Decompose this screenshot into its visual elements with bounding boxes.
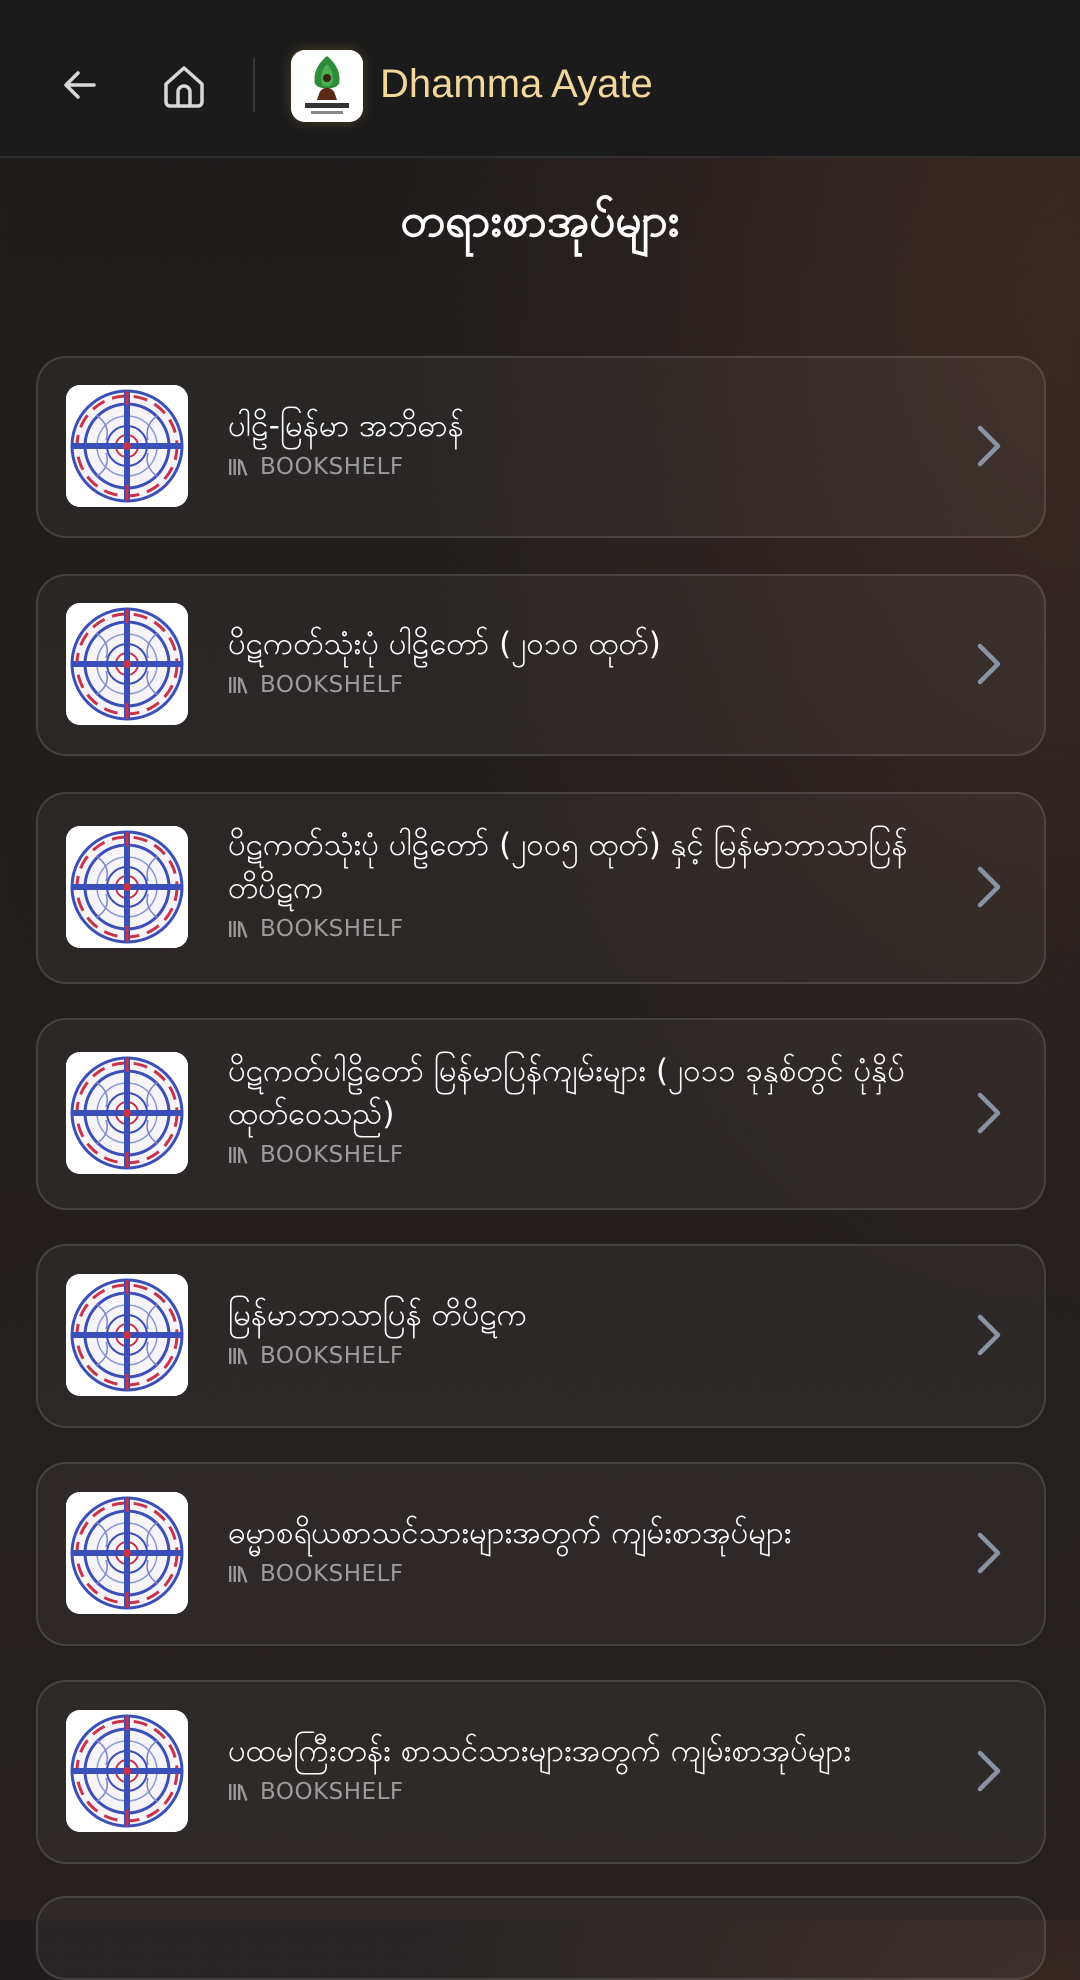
bookshelf-icon: [229, 1147, 248, 1164]
book-list-item[interactable]: ပိဋကတ်သုံးပုံ ပါဠိတော် (၂၀၁၀ ထုတ်) BOOKS…: [36, 574, 1046, 756]
book-item-category: BOOKSHELF: [228, 1561, 924, 1587]
book-item-title: ဓမ္မာစရိယစာသင်သားများအတွက် ကျမ်းစာအုပ်မျ…: [228, 1514, 792, 1551]
book-item-category: BOOKSHELF: [228, 1779, 924, 1805]
chevron-right-icon: [974, 1091, 1004, 1135]
page-title: တရားစာအုပ်များ: [400, 193, 680, 247]
book-cover-wheel-icon: [66, 1710, 188, 1832]
book-cover-wheel-icon: [66, 603, 188, 725]
book-item-category-label: BOOKSHELF: [260, 916, 404, 942]
book-list-item[interactable]: ပိဋကတ်သုံးပုံ ပါဠိတော် (၂၀၀၅ ထုတ်) နှင့်…: [36, 792, 1046, 984]
book-list-item[interactable]: ပါဠိ-မြန်မာ အဘိဓာန် BOOKSHELF: [36, 356, 1046, 538]
book-cover-wheel-icon: [66, 1492, 188, 1614]
book-list-item[interactable]: မြန်မာဘာသာပြန် တိပိဋက BOOKSHELF: [36, 1244, 1046, 1428]
book-item-text: ပိဋကတ်ပါဠိတော် မြန်မာပြန်ကျမ်းများ (၂၀၁၁…: [228, 1050, 924, 1168]
book-item-category: BOOKSHELF: [228, 1142, 924, 1168]
chevron-right-icon: [974, 424, 1004, 468]
book-item-category: BOOKSHELF: [228, 672, 924, 698]
book-item-category: BOOKSHELF: [228, 916, 924, 942]
bookshelf-icon: [229, 1347, 248, 1365]
arrow-left-icon: [64, 71, 96, 99]
book-item-text: ပါဠိ-မြန်မာ အဘိဓာန် BOOKSHELF: [228, 405, 924, 480]
book-item-title: ပိဋကတ်သုံးပုံ ပါဠိတော် (၂၀၀၅ ထုတ်) နှင့်…: [228, 827, 908, 906]
bookshelf-icon: [229, 921, 248, 938]
book-item-category-label: BOOKSHELF: [260, 671, 404, 698]
home-button[interactable]: [154, 56, 214, 116]
bookshelf-icon: [229, 1565, 248, 1583]
book-item-text: ပိဋကတ်သုံးပုံ ပါဠိတော် (၂၀၁၀ ထုတ်) BOOKS…: [228, 623, 924, 698]
book-list-item[interactable]: ဓမ္မာစရိယစာသင်သားများအတွက် ကျမ်းစာအုပ်မျ…: [36, 1462, 1046, 1646]
book-cover-wheel-icon: [66, 1052, 188, 1174]
book-item-category-label: BOOKSHELF: [260, 453, 404, 480]
book-cover-wheel-icon: [66, 1274, 188, 1396]
book-item-category: BOOKSHELF: [228, 454, 924, 480]
book-item-category: BOOKSHELF: [228, 1343, 924, 1369]
bookshelf-icon: [229, 1783, 248, 1801]
book-cover-wheel-icon: [66, 385, 188, 507]
book-item-category-label: BOOKSHELF: [260, 1778, 404, 1805]
book-item-text: ပထမကြီးတန်း စာသင်သားများအတွက် ကျမ်းစာအုပ…: [228, 1730, 924, 1805]
book-list-item-partial[interactable]: [36, 1896, 1046, 1980]
book-list-item[interactable]: ပိဋကတ်ပါဠိတော် မြန်မာပြန်ကျမ်းများ (၂၀၁၁…: [36, 1018, 1046, 1210]
book-item-title: ပိဋကတ်ပါဠိတော် မြန်မာပြန်ကျမ်းများ (၂၀၁၁…: [228, 1053, 905, 1132]
book-item-text: ဓမ္မာစရိယစာသင်သားများအတွက် ကျမ်းစာအုပ်မျ…: [228, 1512, 924, 1587]
chevron-right-icon: [974, 1313, 1004, 1357]
book-item-title: ပထမကြီးတန်း စာသင်သားများအတွက် ကျမ်းစာအုပ…: [228, 1732, 852, 1769]
bookshelf-icon: [229, 676, 248, 694]
book-item-title: ပိဋကတ်သုံးပုံ ပါဠိတော် (၂၀၁၀ ထုတ်): [228, 625, 661, 662]
home-icon: [164, 66, 204, 108]
app-logo: [291, 50, 363, 122]
top-app-bar: Dhamma Ayate: [0, 0, 1080, 158]
book-item-category-label: BOOKSHELF: [260, 1560, 404, 1587]
book-item-title: မြန်မာဘာသာပြန် တိပိဋက: [228, 1296, 527, 1333]
book-item-title: ပါဠိ-မြန်မာ အဘိဓာန်: [228, 407, 464, 444]
back-button[interactable]: [50, 52, 110, 118]
chevron-right-icon: [974, 1749, 1004, 1793]
app-title: Dhamma Ayate: [380, 62, 653, 106]
chevron-right-icon: [974, 1531, 1004, 1575]
book-cover-wheel-icon: [66, 826, 188, 948]
book-list-item[interactable]: ပထမကြီးတန်း စာသင်သားများအတွက် ကျမ်းစာအုပ…: [36, 1680, 1046, 1864]
book-item-text: ပိဋကတ်သုံးပုံ ပါဠိတော် (၂၀၀၅ ထုတ်) နှင့်…: [228, 824, 924, 942]
book-item-category-label: BOOKSHELF: [260, 1142, 404, 1168]
bookshelf-icon: [229, 458, 248, 476]
book-item-category-label: BOOKSHELF: [260, 1342, 404, 1369]
chevron-right-icon: [974, 642, 1004, 686]
header-divider: [253, 58, 255, 112]
chevron-right-icon: [974, 865, 1004, 909]
book-item-text: မြန်မာဘာသာပြန် တိပိဋက BOOKSHELF: [228, 1294, 924, 1369]
